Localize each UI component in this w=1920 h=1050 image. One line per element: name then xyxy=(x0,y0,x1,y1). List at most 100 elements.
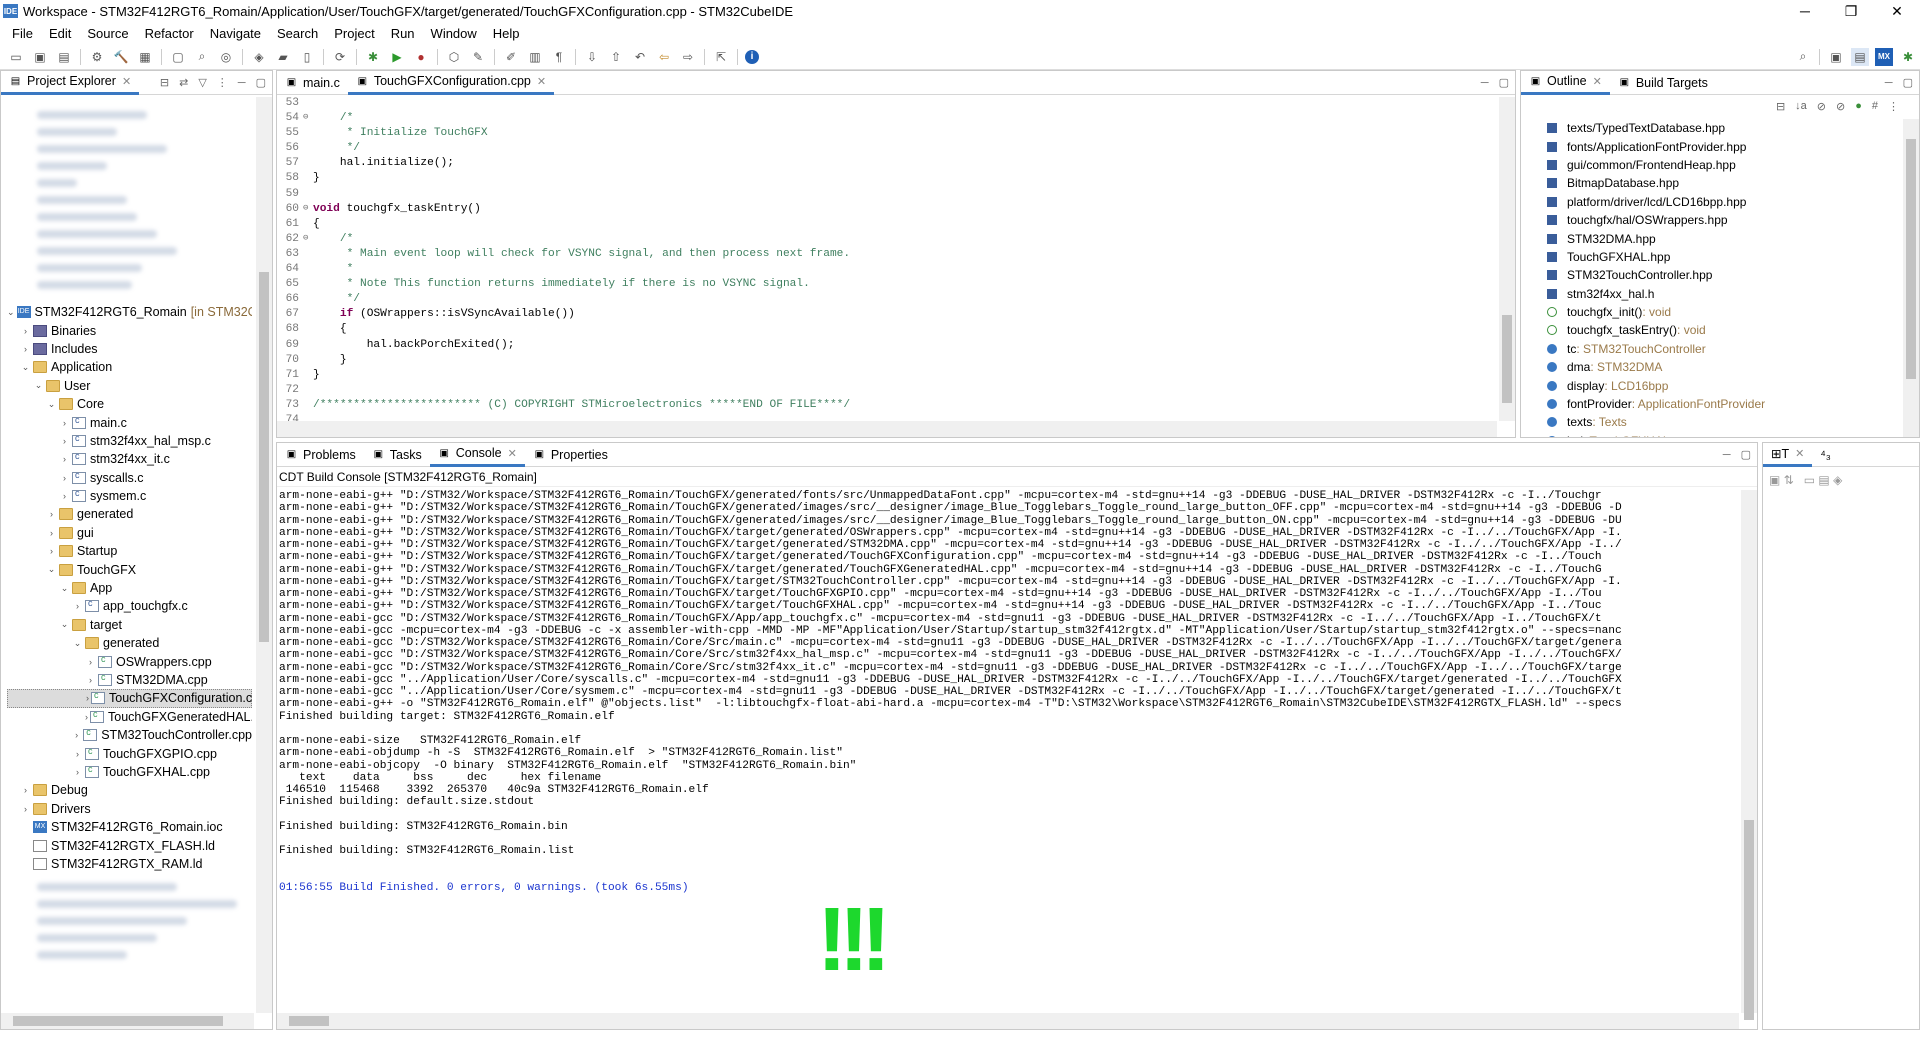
menu-navigate[interactable]: Navigate xyxy=(202,26,269,41)
toggle-mark-icon[interactable]: ✐ xyxy=(502,48,520,66)
outline-item[interactable]: fontProvider : ApplicationFontProvider xyxy=(1521,395,1901,413)
expand-toggle-icon[interactable]: › xyxy=(46,509,57,519)
editor-scrollbar[interactable] xyxy=(1499,97,1515,421)
tree-item[interactable]: ⌄ User xyxy=(7,377,252,395)
menu-edit[interactable]: Edit xyxy=(41,26,79,41)
expand-toggle-icon[interactable]: › xyxy=(46,528,57,538)
expand-toggle-icon[interactable]: › xyxy=(72,730,81,740)
maximize-view-icon[interactable]: ▢ xyxy=(1741,448,1751,461)
menu-refactor[interactable]: Refactor xyxy=(137,26,202,41)
new-file-icon[interactable]: ▯ xyxy=(298,48,316,66)
tree-item[interactable]: › STM32DMA.cpp xyxy=(7,671,252,689)
tree-item[interactable]: › Binaries xyxy=(7,321,252,339)
expand-toggle-icon[interactable]: ⌄ xyxy=(59,583,70,594)
tab-problems[interactable]: ▣ Problems xyxy=(277,443,364,467)
outline-scrollbar[interactable] xyxy=(1903,119,1919,437)
expand-toggle-icon[interactable]: ⌄ xyxy=(46,564,57,575)
expand-toggle-icon[interactable]: ⌄ xyxy=(20,362,31,373)
target-icon[interactable]: ◎ xyxy=(217,48,235,66)
expand-toggle-icon[interactable]: › xyxy=(59,418,70,428)
expand-toggle-icon[interactable]: › xyxy=(59,473,70,483)
tree-item[interactable]: › app_touchgfx.c xyxy=(7,597,252,615)
outline-item[interactable]: gui/common/FrontendHeap.hpp xyxy=(1521,156,1901,174)
outline-item[interactable]: TouchGFXHAL.hpp xyxy=(1521,248,1901,266)
debug-icon[interactable]: ✱ xyxy=(364,48,382,66)
outline-item[interactable]: display : LCD16bpp xyxy=(1521,376,1901,394)
show-whitespace-icon[interactable]: ¶ xyxy=(550,48,568,66)
tree-item[interactable]: › stm32f4xx_hal_msp.c xyxy=(7,432,252,450)
console-scrollbar[interactable] xyxy=(1741,490,1757,1020)
expand-toggle-icon[interactable]: › xyxy=(86,693,89,703)
terminal-icon[interactable]: ▢ xyxy=(169,48,187,66)
tree-item[interactable]: ⌄ App xyxy=(7,579,252,597)
close-tab-icon[interactable]: ✕ xyxy=(508,447,517,460)
hide-nonpublic-icon[interactable]: ● xyxy=(1855,100,1862,112)
outline-item[interactable]: BitmapDatabase.hpp xyxy=(1521,174,1901,192)
last-edit-icon[interactable]: ↶ xyxy=(631,48,649,66)
project-tree-hscrollbar[interactable] xyxy=(1,1013,254,1029)
outline-item[interactable]: texts : Texts xyxy=(1521,413,1901,431)
outline-item[interactable]: texts/TypedTextDatabase.hpp xyxy=(1521,119,1901,137)
expand-toggle-icon[interactable]: ⌄ xyxy=(72,638,83,649)
run-icon[interactable]: ▶ xyxy=(388,48,406,66)
editor-hscrollbar[interactable] xyxy=(277,421,1497,437)
tab-main-c[interactable]: ▣ main.c xyxy=(277,71,348,95)
outline-item[interactable]: hal : TouchGFXHAL xyxy=(1521,432,1901,437)
expand-toggle-icon[interactable]: › xyxy=(59,491,70,501)
fold-toggle-icon[interactable]: ⊖ xyxy=(303,112,313,127)
expand-toggle-icon[interactable]: ⌄ xyxy=(59,619,70,630)
expand-toggle-icon[interactable]: › xyxy=(20,785,31,795)
expand-toggle-icon[interactable]: › xyxy=(85,675,96,685)
tree-item[interactable]: › syscalls.c xyxy=(7,469,252,487)
expand-toggle-icon[interactable]: › xyxy=(72,767,83,777)
tab-properties[interactable]: ▣ Properties xyxy=(525,443,616,467)
external-tools-icon[interactable]: ● xyxy=(412,48,430,66)
expand-toggle-icon[interactable]: › xyxy=(20,344,31,354)
tree-item[interactable]: ⌄ Core xyxy=(7,395,252,413)
tree-item[interactable]: ⌄ TouchGFX xyxy=(7,560,252,578)
expand-toggle-icon[interactable]: › xyxy=(46,546,57,556)
outline-item[interactable]: touchgfx_init() : void xyxy=(1521,303,1901,321)
expand-toggle-icon[interactable]: ⌄ xyxy=(7,307,15,318)
refresh-icon[interactable]: ⟳ xyxy=(331,48,349,66)
outline-item[interactable]: fonts/ApplicationFontProvider.hpp xyxy=(1521,137,1901,155)
close-button[interactable]: ✕ xyxy=(1874,0,1920,22)
maximize-view-icon[interactable]: ▢ xyxy=(1903,76,1913,89)
search-tool-icon[interactable]: ⌕ xyxy=(193,48,211,66)
tree-item[interactable]: › TouchGFXGeneratedHAL.cpp xyxy=(7,708,252,726)
project-tree-scrollbar[interactable] xyxy=(256,97,272,1013)
close-tab-icon[interactable]: ✕ xyxy=(1593,75,1602,88)
console-hscrollbar[interactable] xyxy=(277,1013,1739,1029)
expand-toggle-icon[interactable]: › xyxy=(85,657,96,667)
tree-item[interactable]: › stm32f4xx_it.c xyxy=(7,450,252,468)
project-root[interactable]: ⌄ IDE STM32F412RGT6_Romain [in STM32Cube… xyxy=(7,303,252,321)
filter-icon[interactable]: ▽ xyxy=(198,76,206,89)
minimize-view-icon[interactable]: ─ xyxy=(1885,77,1893,89)
menu-source[interactable]: Source xyxy=(79,26,136,41)
expand-toggle-icon[interactable]: › xyxy=(59,454,70,464)
maximize-view-icon[interactable]: ▢ xyxy=(256,76,266,89)
tree-item[interactable]: › main.c xyxy=(7,413,252,431)
collapse-all-icon[interactable]: ⊟ xyxy=(160,76,169,89)
menu-run[interactable]: Run xyxy=(383,26,423,41)
save-all-icon[interactable]: ▤ xyxy=(55,48,73,66)
fold-toggle-icon[interactable]: ⊖ xyxy=(303,233,313,248)
tree-item[interactable]: › Debug xyxy=(7,781,252,799)
outline-item[interactable]: dma : STM32DMA xyxy=(1521,358,1901,376)
tab-console[interactable]: ▣ Console ✕ xyxy=(429,442,525,467)
minimize-button[interactable]: ─ xyxy=(1782,0,1828,22)
open-task-icon[interactable]: ✎ xyxy=(469,48,487,66)
save-icon[interactable]: ▣ xyxy=(31,48,49,66)
tree-item[interactable]: › generated xyxy=(7,505,252,523)
tab-call-hierarchy[interactable]: ⁴₃ xyxy=(1812,443,1838,467)
expand-toggle-icon[interactable]: › xyxy=(20,326,31,336)
menu-window[interactable]: Window xyxy=(423,26,485,41)
back-icon[interactable]: ⇦ xyxy=(655,48,673,66)
build-icon[interactable]: 🔨 xyxy=(112,48,130,66)
view-menu-icon[interactable]: ⋮ xyxy=(217,76,228,89)
next-annotation-icon[interactable]: ⇩ xyxy=(583,48,601,66)
expand-toggle-icon[interactable]: › xyxy=(72,749,83,759)
tree-item[interactable]: › sysmem.c xyxy=(7,487,252,505)
new-folder-icon[interactable]: ▰ xyxy=(274,48,292,66)
forward-icon[interactable]: ⇨ xyxy=(679,48,697,66)
